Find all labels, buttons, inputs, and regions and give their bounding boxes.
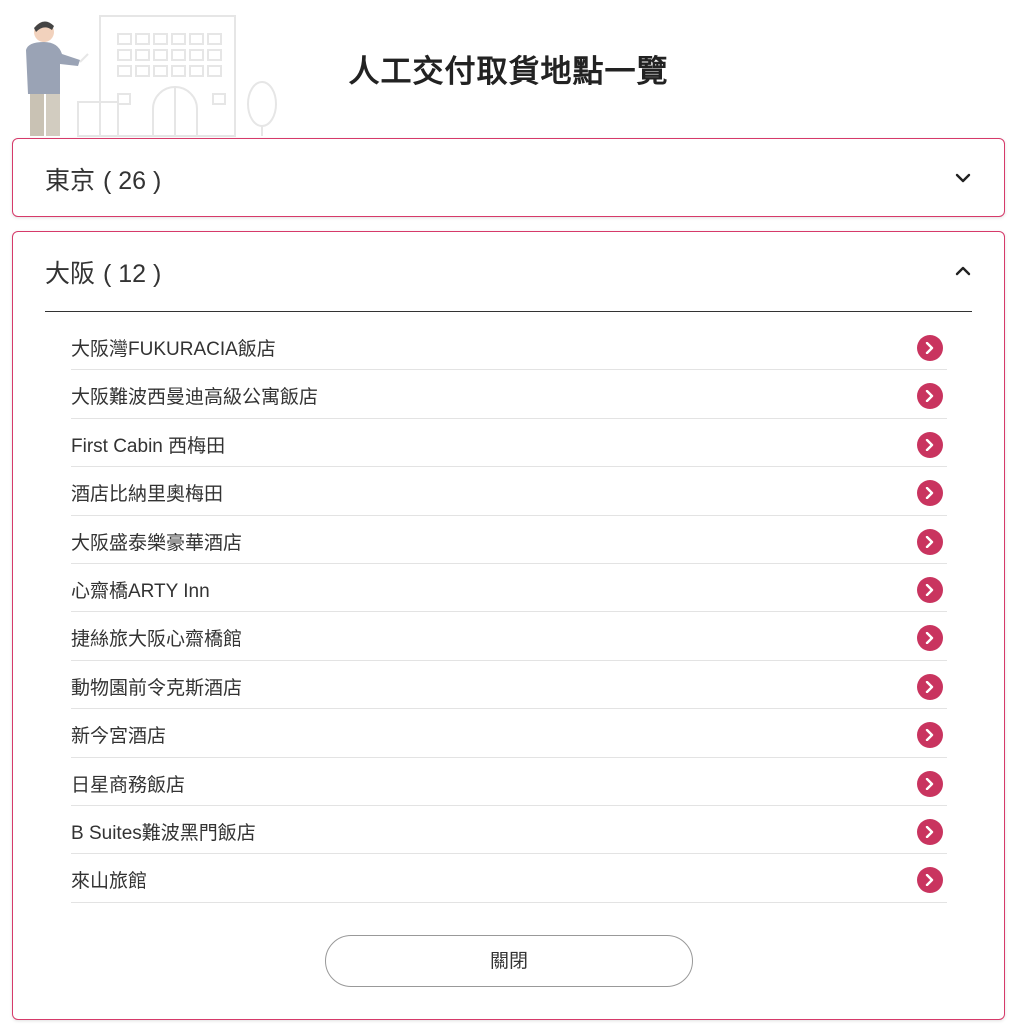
location-item[interactable]: 大阪難波西曼迪高級公寓飯店 [71,370,947,419]
location-item[interactable]: 大阪灣FUKURACIA飯店 [71,322,947,371]
chevron-right-icon[interactable] [917,480,943,507]
chevron-right-icon[interactable] [917,431,943,458]
chevron-right-icon[interactable] [917,576,943,603]
location-name: 新今宮酒店 [71,726,167,748]
location-item[interactable]: 日星商務飯店 [71,758,947,806]
region-title-tokyo: 東京 ( 26 ) [45,161,161,197]
location-item[interactable]: 來山旅館 [71,854,947,903]
location-name: 大阪盛泰樂豪華酒店 [71,532,243,554]
location-name: 動物園前令克斯酒店 [71,677,243,699]
location-item[interactable]: 大阪盛泰樂豪華酒店 [71,516,947,564]
location-item[interactable]: First Cabin 西梅田 [71,419,947,468]
location-name: 日星商務飯店 [71,774,186,796]
close-button[interactable]: 關閉 [325,935,693,987]
location-item[interactable]: 酒店比納里奧梅田 [71,467,947,516]
region-header-tokyo[interactable]: 東京 ( 26 ) [13,139,1004,218]
location-list: 大阪灣FUKURACIA飯店 大阪難波西曼迪高級公寓飯店 First Cabin… [71,322,947,903]
location-name: B Suites難波黑門飯店 [71,822,256,844]
page-header: 人工交付取貨地點一覽 [0,0,1017,138]
region-header-osaka[interactable]: 大阪 ( 12 ) [13,232,1004,311]
location-name: 大阪灣FUKURACIA飯店 [71,339,276,360]
region-title-osaka: 大阪 ( 12 ) [45,254,161,290]
location-name: 捷絲旅大阪心齋橋館 [71,629,243,651]
chevron-right-icon[interactable] [917,673,943,700]
page-title: 人工交付取貨地點一覽 [348,54,669,90]
chevron-right-icon[interactable] [917,818,943,845]
location-name: First Cabin 西梅田 [71,435,226,457]
chevron-right-icon[interactable] [917,625,943,652]
location-name: 酒店比納里奧梅田 [71,484,224,506]
location-name: 大阪難波西曼迪高級公寓飯店 [71,387,319,409]
region-name: 大阪 [45,259,96,288]
region-panel-osaka: 大阪 ( 12 ) 大阪灣FUKURACIA飯店 大阪難波西曼迪高級公寓飯店 F… [12,231,1005,1020]
location-item[interactable]: 新今宮酒店 [71,709,947,758]
location-item[interactable]: 捷絲旅大阪心齋橋館 [71,612,947,661]
location-item[interactable]: 動物園前令克斯酒店 [71,661,947,710]
chevron-right-icon[interactable] [917,335,943,361]
location-item[interactable]: B Suites難波黑門飯店 [71,806,947,855]
chevron-up-icon[interactable] [954,262,972,280]
location-name: 來山旅館 [71,871,148,893]
region-count: ( 26 ) [102,167,162,195]
chevron-down-icon[interactable] [954,169,972,187]
region-name: 東京 [45,166,96,195]
location-item[interactable]: 心齋橋ARTY Inn [71,564,947,613]
chevron-right-icon[interactable] [917,383,943,410]
chevron-right-icon[interactable] [917,867,943,894]
region-panel-tokyo: 東京 ( 26 ) [12,138,1005,217]
location-name: 心齋橋ARTY Inn [71,580,210,602]
chevron-right-icon[interactable] [917,528,943,555]
region-count: ( 12 ) [102,260,162,288]
section-divider [45,311,972,312]
chevron-right-icon[interactable] [917,770,943,797]
chevron-right-icon[interactable] [917,722,943,749]
